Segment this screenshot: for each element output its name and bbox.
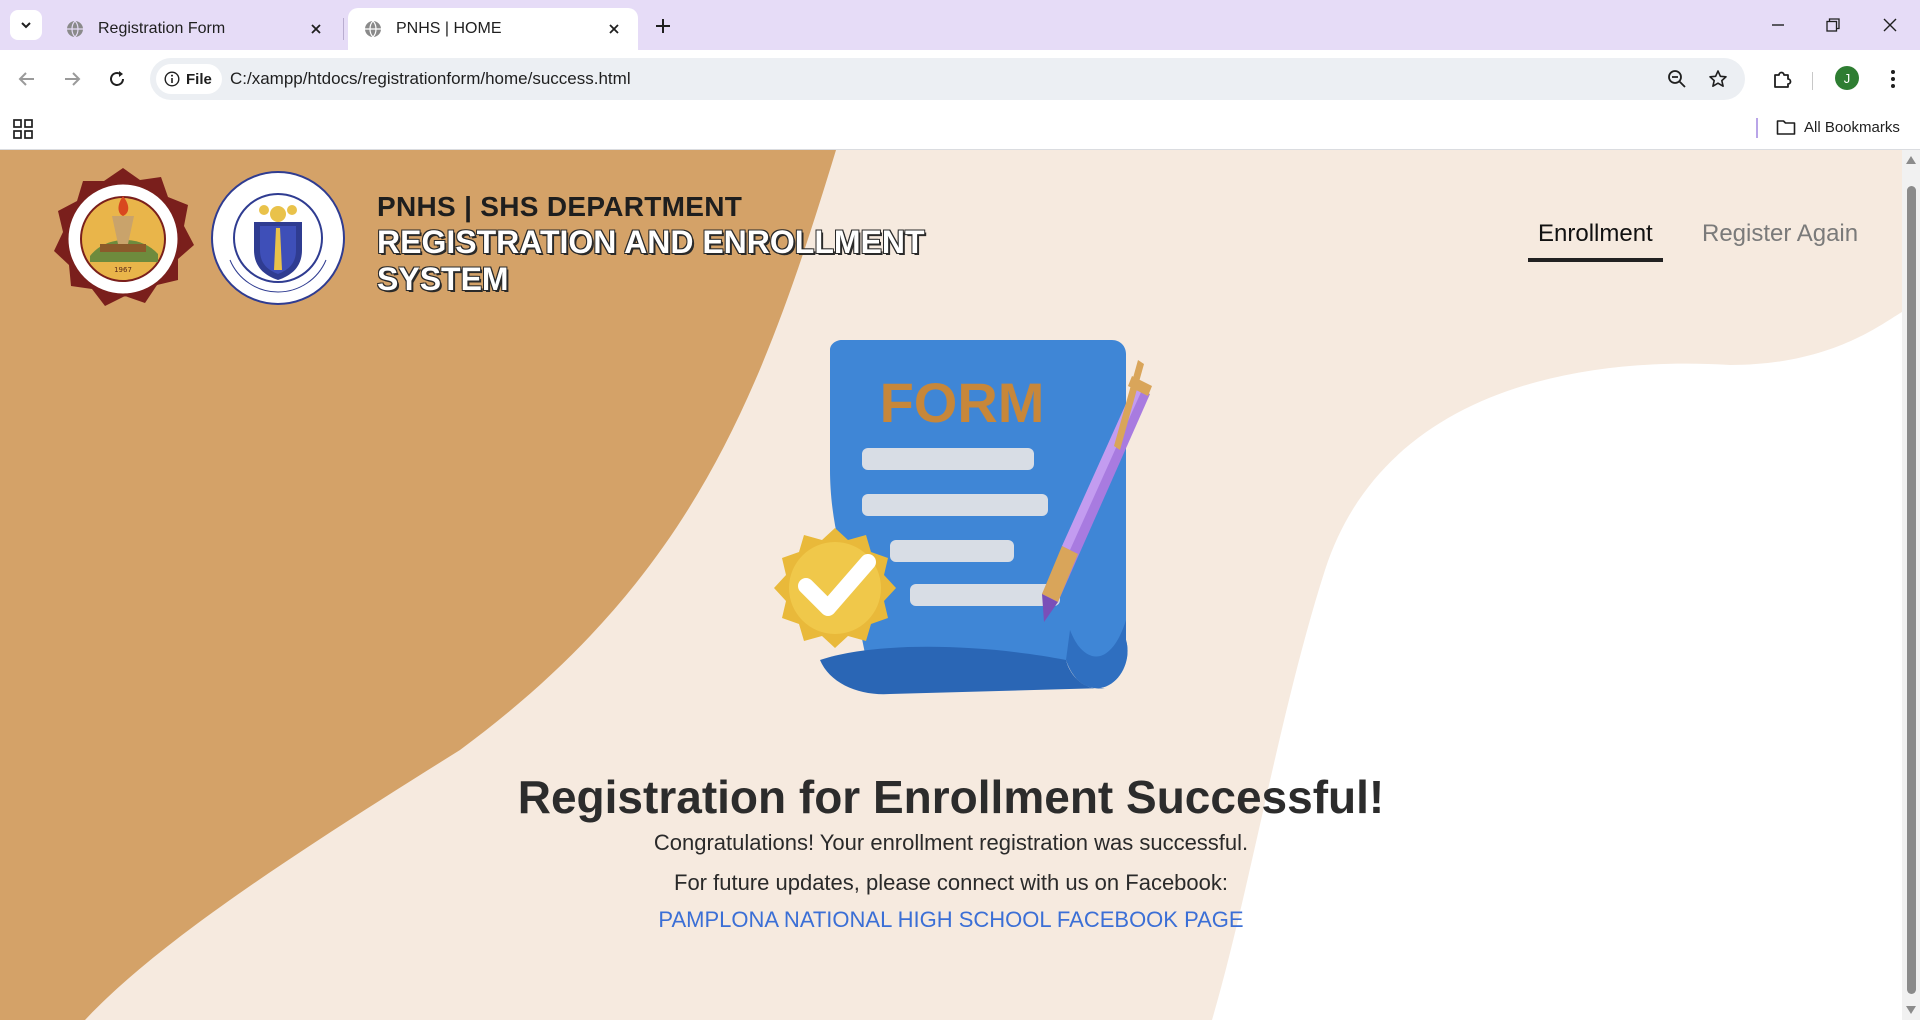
deped-seal-logo xyxy=(211,171,345,305)
scheme-label: File xyxy=(186,70,212,88)
page-viewport: 1967 PNHS | SHS DEPARTMENT REGISTRATION … xyxy=(0,150,1902,1020)
back-button[interactable] xyxy=(12,64,42,94)
browser-toolbar: File C:/xampp/htdocs/registrationform/ho… xyxy=(0,50,1920,108)
minimize-icon xyxy=(1772,24,1784,26)
reload-button[interactable] xyxy=(102,64,132,94)
all-bookmarks-button[interactable]: All Bookmarks xyxy=(1776,118,1900,136)
zoom-out-icon xyxy=(1668,70,1686,88)
puzzle-icon xyxy=(1774,71,1792,88)
nav-register-again[interactable]: Register Again xyxy=(1702,220,1858,248)
svg-text:1967: 1967 xyxy=(114,266,132,274)
success-message: Congratulations! Your enrollment registr… xyxy=(653,830,1249,855)
tab-pnhs-home[interactable]: PNHS | HOME xyxy=(348,8,638,50)
forward-button[interactable] xyxy=(57,64,87,94)
site-title: PNHS | SHS DEPARTMENT REGISTRATION AND E… xyxy=(377,190,937,298)
globe-icon xyxy=(67,20,83,38)
page-scrollbar[interactable] xyxy=(1902,150,1920,1020)
close-icon xyxy=(1883,18,1897,32)
star-icon xyxy=(1709,70,1727,87)
apps-grid-icon[interactable] xyxy=(12,118,34,140)
bookmarks-divider xyxy=(1756,118,1758,138)
extensions-button[interactable] xyxy=(1767,64,1797,94)
tab-title: Registration Form xyxy=(98,20,226,37)
form-heading: FORM xyxy=(880,371,1045,434)
scroll-thumb[interactable] xyxy=(1907,186,1916,994)
tab-strip: Registration Form PNHS | HOME xyxy=(0,0,1920,50)
new-tab-button[interactable] xyxy=(650,13,676,39)
chevron-down-icon xyxy=(21,22,31,29)
bookmarks-bar: All Bookmarks xyxy=(0,108,1920,150)
facebook-page-link[interactable]: PAMPLONA NATIONAL HIGH SCHOOL FACEBOOK P… xyxy=(0,907,1902,933)
info-icon xyxy=(164,71,180,87)
close-window-button[interactable] xyxy=(1877,12,1903,38)
department-title: PNHS | SHS DEPARTMENT xyxy=(377,191,743,222)
facebook-prompt: For future updates, please connect with … xyxy=(674,870,1228,895)
address-bar[interactable]: File C:/xampp/htdocs/registrationform/ho… xyxy=(150,58,1745,100)
close-tab-icon[interactable] xyxy=(604,19,624,39)
profile-avatar[interactable]: J xyxy=(1835,66,1859,90)
site-info-chip[interactable]: File xyxy=(156,64,222,94)
system-title: REGISTRATION AND ENROLLMENT SYSTEM xyxy=(377,224,925,297)
scroll-down-arrow-icon[interactable] xyxy=(1906,1006,1916,1014)
reload-icon xyxy=(110,71,124,86)
minimize-button[interactable] xyxy=(1765,12,1791,38)
arrow-right-icon xyxy=(65,72,81,86)
tab-search-button[interactable] xyxy=(10,10,42,40)
toolbar-divider xyxy=(1812,72,1813,90)
form-success-illustration: FORM xyxy=(774,340,1152,695)
success-heading: Registration for Enrollment Successful! xyxy=(517,771,1385,823)
globe-icon xyxy=(365,20,381,38)
url-text[interactable]: C:/xampp/htdocs/registrationform/home/su… xyxy=(230,69,631,89)
tab-registration-form[interactable]: Registration Form xyxy=(50,8,340,50)
school-seal-logo: 1967 xyxy=(54,168,194,306)
all-bookmarks-label: All Bookmarks xyxy=(1804,118,1900,136)
zoom-button[interactable] xyxy=(1666,68,1688,90)
menu-button[interactable] xyxy=(1878,64,1908,94)
arrow-left-icon xyxy=(18,72,34,86)
bookmark-star-button[interactable] xyxy=(1707,68,1729,90)
plus-icon xyxy=(656,19,670,33)
folder-icon xyxy=(1776,120,1796,135)
tab-title: PNHS | HOME xyxy=(396,20,502,37)
kebab-menu-icon xyxy=(1891,70,1895,88)
close-tab-icon[interactable] xyxy=(306,19,326,39)
nav-enrollment[interactable]: Enrollment xyxy=(1528,220,1663,262)
scroll-up-arrow-icon[interactable] xyxy=(1906,156,1916,164)
restore-icon xyxy=(1826,18,1840,32)
restore-button[interactable] xyxy=(1820,12,1846,38)
tab-separator xyxy=(343,18,344,40)
